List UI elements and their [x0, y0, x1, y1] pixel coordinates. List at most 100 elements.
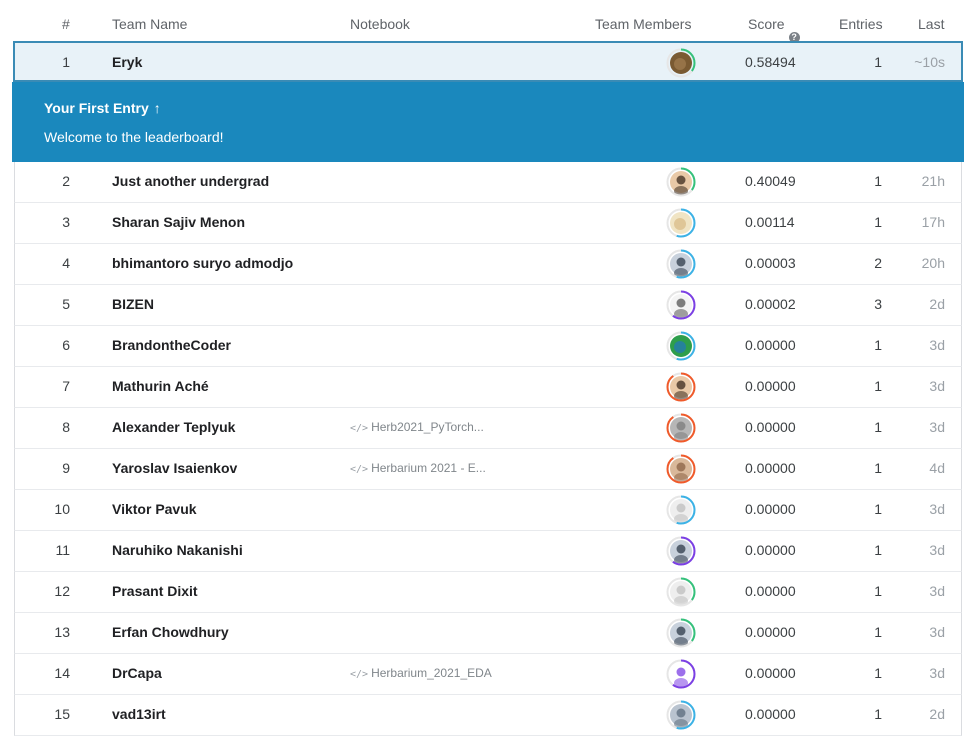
- entries-cell: 1: [874, 460, 882, 476]
- column-rank[interactable]: #: [62, 16, 70, 32]
- last-submission-cell: 4d: [929, 460, 945, 476]
- column-notebook: Notebook: [350, 16, 410, 32]
- score-cell: 0.00000: [745, 378, 796, 394]
- avatar[interactable]: [666, 331, 696, 361]
- rank-cell: 9: [62, 460, 70, 476]
- team-name[interactable]: Sharan Sajiv Menon: [112, 203, 245, 242]
- notebook-link[interactable]: </> Herb2021_PyTorch...: [350, 408, 484, 447]
- avatar[interactable]: [666, 413, 696, 443]
- team-name[interactable]: DrCapa: [112, 654, 162, 693]
- rank-cell: 13: [54, 624, 70, 640]
- table-row[interactable]: 15 vad13irt 0.00000 1 2d: [14, 695, 962, 736]
- rank-cell: 15: [54, 706, 70, 722]
- notebook-link[interactable]: </> Herbarium 2021 - E...: [350, 449, 486, 488]
- rank-cell: 1: [62, 54, 70, 70]
- avatar[interactable]: [666, 577, 696, 607]
- score-cell: 0.00003: [745, 255, 796, 271]
- rank-cell: 10: [54, 501, 70, 517]
- table-row[interactable]: 9 Yaroslav Isaienkov </> Herbarium 2021 - E…: [14, 449, 962, 490]
- last-submission-cell: 3d: [929, 542, 945, 558]
- score-cell: 0.40049: [745, 173, 796, 189]
- team-name[interactable]: Yaroslav Isaienkov: [112, 449, 237, 488]
- notebook-link[interactable]: </> Herbarium_2021_EDA: [350, 654, 492, 693]
- rank-cell: 8: [62, 419, 70, 435]
- column-score-label: Score: [748, 16, 785, 32]
- team-name[interactable]: BIZEN: [112, 285, 154, 324]
- last-submission-cell: 21h: [921, 173, 945, 189]
- avatar[interactable]: [666, 167, 696, 197]
- code-icon: </>: [350, 669, 369, 680]
- avatar[interactable]: [666, 372, 696, 402]
- entries-cell: 1: [874, 501, 882, 517]
- score-cell: 0.00000: [745, 624, 796, 640]
- entries-cell: 1: [874, 214, 882, 230]
- table-row[interactable]: 6 BrandontheCoder 0.00000 1 3d: [14, 326, 962, 367]
- column-last[interactable]: Last: [918, 16, 944, 32]
- first-entry-banner: Your First Entry ↑ Welcome to the leaderb…: [12, 82, 964, 162]
- avatar[interactable]: [666, 454, 696, 484]
- team-name[interactable]: Erfan Chowdhury: [112, 613, 229, 652]
- avatar[interactable]: [666, 700, 696, 730]
- notebook-title: Herbarium_2021_EDA: [371, 666, 492, 680]
- column-score[interactable]: Score?: [748, 16, 800, 43]
- team-name[interactable]: vad13irt: [112, 695, 166, 734]
- leaderboard-header: # Team Name Notebook Team Members Score?…: [14, 0, 962, 43]
- last-submission-cell: 3d: [929, 419, 945, 435]
- table-row[interactable]: 7 Mathurin Aché 0.00000 1 3d: [14, 367, 962, 408]
- entries-cell: 1: [874, 706, 882, 722]
- table-row[interactable]: 13 Erfan Chowdhury 0.00000 1 3d: [14, 613, 962, 654]
- team-name[interactable]: Mathurin Aché: [112, 367, 209, 406]
- rank-cell: 7: [62, 378, 70, 394]
- avatar[interactable]: [666, 208, 696, 238]
- team-name[interactable]: Viktor Pavuk: [112, 490, 197, 529]
- last-submission-cell: 3d: [929, 337, 945, 353]
- last-submission-cell: 3d: [929, 501, 945, 517]
- entries-cell: 1: [874, 583, 882, 599]
- avatar[interactable]: [666, 536, 696, 566]
- team-name[interactable]: Naruhiko Nakanishi: [112, 531, 243, 570]
- last-submission-cell: 2d: [929, 296, 945, 312]
- team-name[interactable]: Just another undergrad: [112, 162, 269, 201]
- entries-cell: 3: [874, 296, 882, 312]
- avatar[interactable]: [666, 618, 696, 648]
- score-cell: 0.00000: [745, 460, 796, 476]
- team-name[interactable]: BrandontheCoder: [112, 326, 231, 365]
- table-row[interactable]: 4 bhimantoro suryo admodjo 0.00003 2 20h: [14, 244, 962, 285]
- table-row[interactable]: 10 Viktor Pavuk 0.00000 1 3d: [14, 490, 962, 531]
- table-row[interactable]: 5 BIZEN 0.00002 3 2d: [14, 285, 962, 326]
- table-row[interactable]: 14 DrCapa </> Herbarium_2021_EDA 0.00000 1 3d: [14, 654, 962, 695]
- avatar[interactable]: [666, 290, 696, 320]
- table-row[interactable]: 8 Alexander Teplyuk </> Herb2021_PyTorch...…: [14, 408, 962, 449]
- table-row[interactable]: 11 Naruhiko Nakanishi 0.00000 1 3d: [14, 531, 962, 572]
- team-name[interactable]: bhimantoro suryo admodjo: [112, 244, 293, 283]
- entries-cell: 1: [874, 54, 882, 70]
- column-team-name[interactable]: Team Name: [112, 16, 187, 32]
- score-cell: 0.00000: [745, 665, 796, 681]
- entries-cell: 1: [874, 173, 882, 189]
- table-row[interactable]: 1 Eryk 0.58494 1 ~10s: [13, 41, 963, 82]
- entries-cell: 1: [874, 665, 882, 681]
- team-name[interactable]: Prasant Dixit: [112, 572, 198, 611]
- score-cell: 0.00000: [745, 583, 796, 599]
- code-icon: </>: [350, 464, 369, 475]
- last-submission-cell: 3d: [929, 378, 945, 394]
- rank-cell: 12: [54, 583, 70, 599]
- column-entries[interactable]: Entries: [839, 16, 883, 32]
- score-cell: 0.00002: [745, 296, 796, 312]
- score-cell: 0.00114: [745, 214, 795, 230]
- avatar[interactable]: [666, 495, 696, 525]
- last-submission-cell: 17h: [921, 214, 945, 230]
- arrow-up-icon: ↑: [153, 100, 161, 116]
- entries-cell: 1: [874, 542, 882, 558]
- team-name[interactable]: Eryk: [112, 43, 142, 80]
- table-row[interactable]: 3 Sharan Sajiv Menon 0.00114 1 17h: [14, 203, 962, 244]
- entries-cell: 1: [874, 378, 882, 394]
- table-row[interactable]: 2 Just another undergrad 0.40049 1 21h: [14, 162, 962, 203]
- team-name[interactable]: Alexander Teplyuk: [112, 408, 235, 447]
- avatar[interactable]: [666, 48, 696, 78]
- avatar[interactable]: [666, 659, 696, 689]
- score-cell: 0.00000: [745, 542, 796, 558]
- score-cell: 0.00000: [745, 337, 796, 353]
- avatar[interactable]: [666, 249, 696, 279]
- table-row[interactable]: 12 Prasant Dixit 0.00000 1 3d: [14, 572, 962, 613]
